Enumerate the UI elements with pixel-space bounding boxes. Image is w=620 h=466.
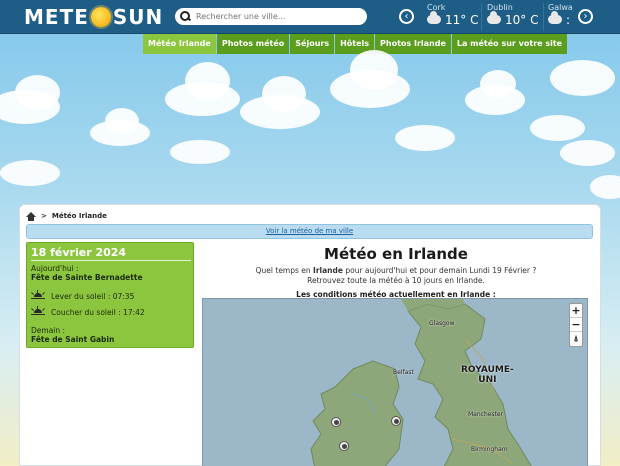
cloud-icon bbox=[548, 11, 562, 24]
my-city-bar: Voir la météo de ma ville bbox=[26, 224, 593, 239]
nav-sejours[interactable]: Séjours bbox=[290, 34, 335, 54]
site-logo[interactable]: METE SUN bbox=[24, 5, 163, 29]
map-label-birmingham: Birmingham bbox=[471, 446, 508, 453]
chevron-left-icon[interactable]: ‹ bbox=[399, 9, 414, 24]
top-header: METE SUN ‹ Cork 11° C Dublin 10° C Galwa… bbox=[0, 0, 620, 34]
breadcrumb-current[interactable]: Météo Irlande bbox=[52, 212, 107, 220]
home-icon[interactable] bbox=[26, 211, 36, 221]
city-temp: 10° C bbox=[505, 13, 539, 27]
weather-marker-icon[interactable] bbox=[331, 417, 341, 427]
zoom-out-button[interactable]: − bbox=[570, 318, 582, 332]
search-input[interactable] bbox=[196, 12, 361, 21]
logo-text-left: METE bbox=[24, 5, 89, 29]
nav-photos-meteo[interactable]: Photos météo bbox=[216, 34, 290, 54]
today-saint: Fête de Sainte Bernadette bbox=[31, 273, 143, 282]
city-temp: : bbox=[566, 13, 571, 27]
map-label-manchester: Manchester bbox=[468, 411, 504, 418]
search-icon[interactable] bbox=[180, 11, 191, 22]
divider bbox=[543, 3, 544, 31]
country-link: Irlande bbox=[313, 266, 343, 275]
divider bbox=[481, 3, 482, 31]
city-weather-cork[interactable]: Cork 11° C bbox=[427, 3, 479, 31]
logo-text-right: SUN bbox=[112, 5, 164, 29]
breadcrumb-separator: > bbox=[41, 212, 47, 220]
city-weather-dublin[interactable]: Dublin 10° C bbox=[487, 3, 539, 31]
sun-logo-icon bbox=[90, 7, 111, 27]
tomorrow-saint: Fête de Saint Gabin bbox=[31, 335, 115, 344]
map-label-glasgow: Glasgow bbox=[429, 320, 455, 327]
chevron-right-icon[interactable]: › bbox=[578, 9, 593, 24]
map-label-belfast: Belfast bbox=[393, 369, 414, 376]
zoom-in-button[interactable]: + bbox=[570, 304, 582, 318]
main-nav: Météo Irlande Photos météo Séjours Hôtel… bbox=[143, 34, 568, 54]
map-label-uk: ROYAUME- UNI bbox=[461, 365, 514, 385]
my-city-link[interactable]: Voir la météo de ma ville bbox=[266, 227, 353, 235]
map-zoom-controls: + − ⍋ bbox=[569, 303, 583, 347]
search-box[interactable] bbox=[175, 8, 367, 25]
divider bbox=[31, 260, 191, 261]
cloud-sun-icon bbox=[427, 11, 441, 24]
nav-photos-irlande[interactable]: Photos Irlande bbox=[375, 34, 451, 54]
weather-map[interactable]: Glasgow Belfast ROYAUME- UNI Manchester B… bbox=[202, 298, 588, 466]
today-label: Aujourd'hui : bbox=[31, 264, 79, 273]
tomorrow-label: Demain : bbox=[31, 326, 66, 335]
city-name: Cork bbox=[427, 3, 446, 12]
map-canvas bbox=[310, 299, 532, 466]
cloud-icon bbox=[487, 11, 501, 24]
breadcrumb: > Météo Irlande bbox=[26, 210, 107, 222]
sunset-icon bbox=[31, 306, 45, 316]
sunset-time: Coucher du soleil : 17:42 bbox=[51, 308, 145, 317]
current-date: 18 février 2024 bbox=[31, 246, 127, 259]
day-info-box: 18 février 2024 Aujourd'hui : Fête de Sa… bbox=[26, 242, 194, 348]
weather-marker-icon[interactable] bbox=[339, 441, 349, 451]
city-temp: 11° C bbox=[445, 13, 479, 27]
nav-meteo-votre-site[interactable]: La météo sur votre site bbox=[451, 34, 568, 54]
intro-text: Quel temps en Irlande pour aujourd'hui e… bbox=[255, 266, 537, 285]
reset-north-icon[interactable]: ⍋ bbox=[570, 332, 582, 346]
nav-meteo-irlande[interactable]: Météo Irlande bbox=[143, 34, 216, 54]
content-panel: > Météo Irlande Voir la météo de ma vill… bbox=[19, 204, 601, 466]
city-weather-galway[interactable]: Galwa : bbox=[548, 3, 572, 31]
weather-marker-icon[interactable] bbox=[391, 416, 401, 426]
sunrise-icon bbox=[31, 290, 45, 300]
page-title: Météo en Irlande bbox=[324, 245, 468, 263]
sunrise-time: Lever du soleil : 07:35 bbox=[51, 292, 135, 301]
